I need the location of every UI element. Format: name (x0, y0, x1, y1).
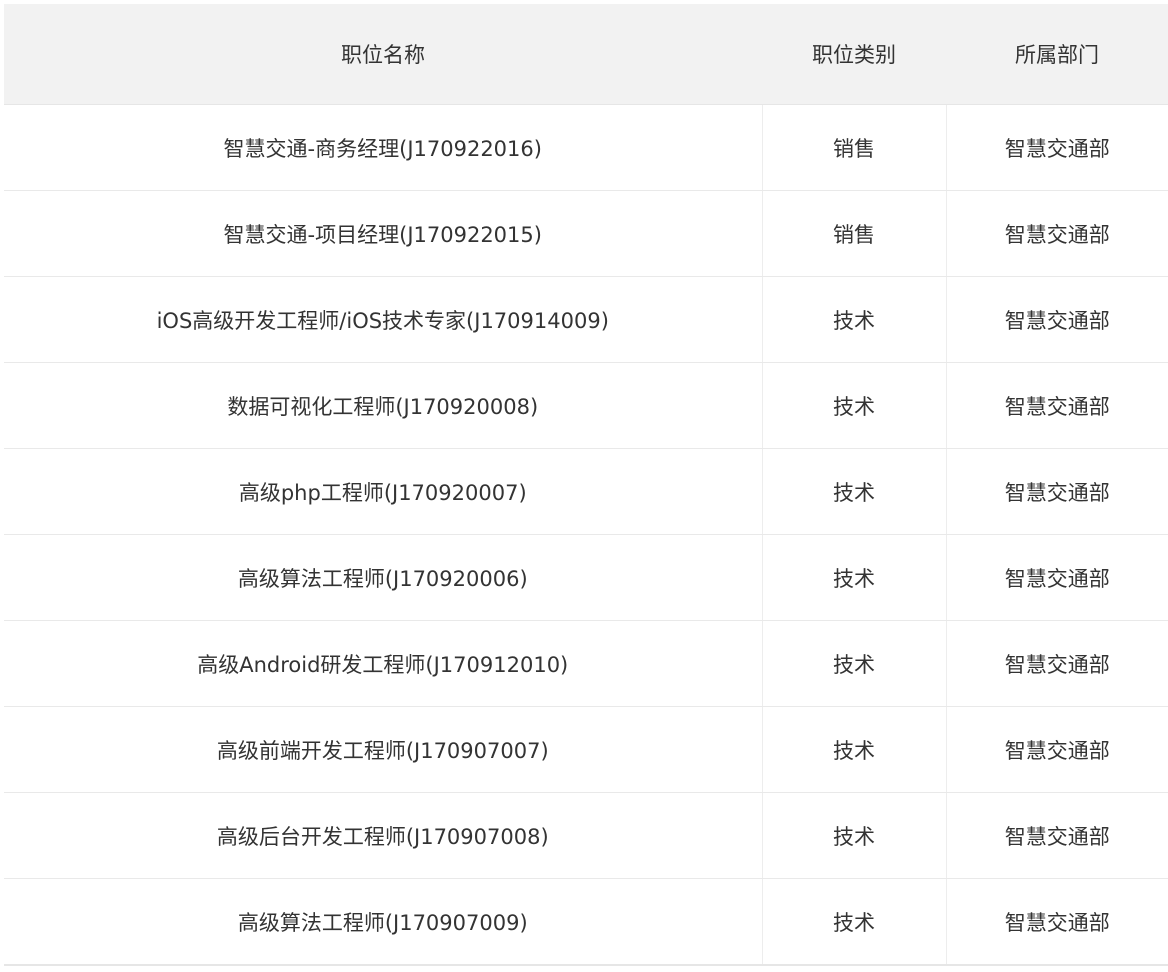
job-category-cell: 销售 (761, 190, 946, 277)
table-row[interactable]: iOS高级开发工程师/iOS技术专家(J170914009) 技术 智慧交通部 (4, 276, 1168, 363)
job-category-cell: 技术 (761, 448, 946, 535)
header-row: 职位名称 职位类别 所属部门 (4, 4, 1168, 105)
job-category-cell: 技术 (761, 362, 946, 449)
department-cell: 智慧交通部 (945, 362, 1168, 449)
job-category-cell: 技术 (761, 276, 946, 363)
department-cell: 智慧交通部 (945, 620, 1168, 707)
job-category-cell: 技术 (761, 706, 946, 793)
job-title-cell[interactable]: 高级Android研发工程师(J170912010) (4, 620, 762, 707)
job-title-cell[interactable]: 高级算法工程师(J170920006) (4, 534, 762, 621)
header-job-title: 职位名称 (4, 4, 762, 105)
department-cell: 智慧交通部 (945, 792, 1168, 879)
department-cell: 智慧交通部 (945, 448, 1168, 535)
job-category-cell: 销售 (761, 104, 946, 191)
job-title-cell[interactable]: 数据可视化工程师(J170920008) (4, 362, 762, 449)
job-title-cell[interactable]: 智慧交通-项目经理(J170922015) (4, 190, 762, 277)
table-row[interactable]: 高级算法工程师(J170920006) 技术 智慧交通部 (4, 534, 1168, 621)
department-cell: 智慧交通部 (945, 878, 1168, 966)
job-category-cell: 技术 (761, 878, 946, 966)
department-cell: 智慧交通部 (945, 276, 1168, 363)
table-row[interactable]: 高级前端开发工程师(J170907007) 技术 智慧交通部 (4, 706, 1168, 793)
header-department: 所属部门 (946, 4, 1168, 105)
table-row[interactable]: 数据可视化工程师(J170920008) 技术 智慧交通部 (4, 362, 1168, 449)
department-cell: 智慧交通部 (945, 534, 1168, 621)
table-header: 职位名称 职位类别 所属部门 (4, 4, 1168, 105)
job-title-cell[interactable]: 高级前端开发工程师(J170907007) (4, 706, 762, 793)
table-row[interactable]: 高级后台开发工程师(J170907008) 技术 智慧交通部 (4, 792, 1168, 879)
job-category-cell: 技术 (761, 534, 946, 621)
department-cell: 智慧交通部 (945, 190, 1168, 277)
header-job-category: 职位类别 (762, 4, 946, 105)
job-listing-table: 职位名称 职位类别 所属部门 智慧交通-商务经理(J170922016) 销售 … (4, 4, 1168, 966)
table-row[interactable]: 高级Android研发工程师(J170912010) 技术 智慧交通部 (4, 620, 1168, 707)
table-row[interactable]: 智慧交通-项目经理(J170922015) 销售 智慧交通部 (4, 190, 1168, 277)
table-body: 智慧交通-商务经理(J170922016) 销售 智慧交通部 智慧交通-项目经理… (4, 104, 1168, 966)
table-row[interactable]: 智慧交通-商务经理(J170922016) 销售 智慧交通部 (4, 104, 1168, 191)
job-title-cell[interactable]: 高级算法工程师(J170907009) (4, 878, 762, 966)
table-row[interactable]: 高级php工程师(J170920007) 技术 智慧交通部 (4, 448, 1168, 535)
department-cell: 智慧交通部 (945, 706, 1168, 793)
job-title-cell[interactable]: iOS高级开发工程师/iOS技术专家(J170914009) (4, 276, 762, 363)
table-row[interactable]: 高级算法工程师(J170907009) 技术 智慧交通部 (4, 878, 1168, 966)
job-title-cell[interactable]: 智慧交通-商务经理(J170922016) (4, 104, 762, 191)
job-category-cell: 技术 (761, 792, 946, 879)
job-category-cell: 技术 (761, 620, 946, 707)
job-title-cell[interactable]: 高级后台开发工程师(J170907008) (4, 792, 762, 879)
department-cell: 智慧交通部 (945, 104, 1168, 191)
job-title-cell[interactable]: 高级php工程师(J170920007) (4, 448, 762, 535)
